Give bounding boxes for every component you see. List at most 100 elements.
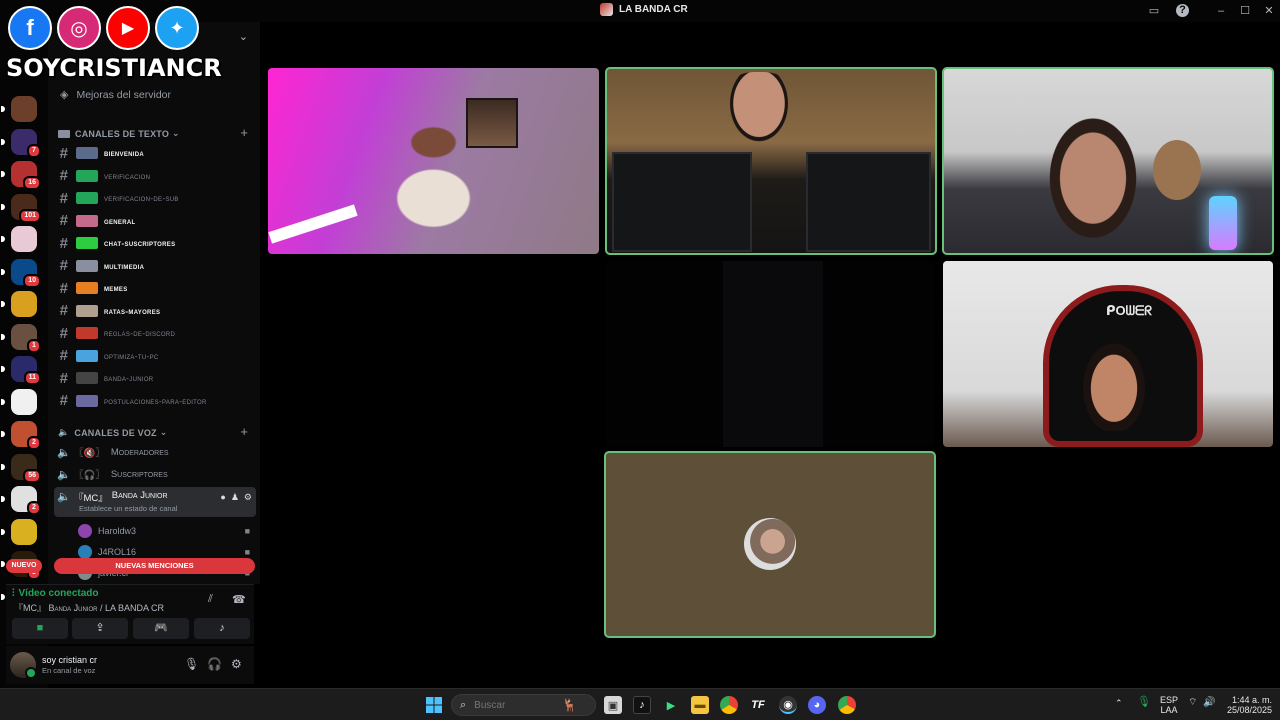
member-name: J4ROL16 xyxy=(98,547,137,557)
text-channel-banda-junior[interactable]: # banda-junior xyxy=(54,368,254,388)
activities-button[interactable]: 🎮 xyxy=(133,618,189,639)
help-icon[interactable]: ? xyxy=(1176,4,1189,17)
headphones-icon[interactable]: 🎧 xyxy=(207,657,222,671)
windows-start-icon[interactable] xyxy=(425,696,443,714)
server-icon[interactable] xyxy=(1,291,37,317)
channel-status-hint[interactable]: Establece un estado de canal xyxy=(79,504,177,513)
server-boost-item[interactable]: ◈ Mejoras del servidor xyxy=(60,88,171,102)
microphone-icon[interactable]: 🎙 xyxy=(1137,697,1151,708)
gamepad-icon: 🎮 xyxy=(154,622,168,634)
play-store-icon[interactable]: ▶ xyxy=(662,696,680,714)
add-text-channel-button[interactable]: + xyxy=(240,125,248,140)
server-icon[interactable]: 10 xyxy=(1,258,41,288)
voice-channel-moderadores[interactable]: 🔈 〖🔇〗 Moderadores xyxy=(54,442,256,462)
user-name[interactable]: soy cristian cr xyxy=(42,655,97,665)
server-icon[interactable] xyxy=(1,518,37,545)
server-icon[interactable]: 2 xyxy=(1,421,41,450)
text-channel-verificacion-de-sub[interactable]: # verificacion-de-sub xyxy=(54,188,254,208)
text-channel-optimiza-tu-pc[interactable]: # optimiza-tu-pc xyxy=(54,346,254,366)
invite-icon[interactable]: ♟ xyxy=(231,492,239,503)
server-icon[interactable] xyxy=(1,96,37,122)
server-icon[interactable]: 11 xyxy=(1,356,41,385)
camera-button[interactable]: ■ xyxy=(12,618,68,639)
voice-location[interactable]: 『MC』 Banda Junior / LA BANDA CR xyxy=(14,601,164,614)
disconnect-icon[interactable]: ☎ xyxy=(232,593,246,606)
text-channel-chat-suscriptores[interactable]: # chat-suscriptores xyxy=(54,233,254,253)
video-tile[interactable] xyxy=(268,68,599,254)
text-channel-bienvenida[interactable]: # bienvenida xyxy=(54,143,254,163)
connection-status[interactable]: ⫶ Vídeo conectado xyxy=(12,588,99,599)
server-icon[interactable]: 16 xyxy=(1,161,41,190)
close-button[interactable]: ✕ xyxy=(1261,3,1277,19)
hashtag-icon: # xyxy=(59,144,69,162)
text-category-header[interactable]: CANALES DE TEXTO ⌄ xyxy=(58,128,180,139)
server-icon[interactable]: 2 xyxy=(1,486,41,515)
language-indicator[interactable]: ESP LAA xyxy=(1160,695,1178,715)
inbox-icon[interactable]: ▭ xyxy=(1146,3,1162,19)
user-panel: soy cristian cr En canal de voz 🎙 🎧 ⚙ xyxy=(6,646,254,684)
task-view-icon[interactable]: ▣ xyxy=(604,696,622,714)
lamp xyxy=(1209,196,1237,250)
server-icon[interactable]: 101 xyxy=(1,193,41,223)
video-tile[interactable] xyxy=(605,67,937,255)
text-channel-postulaciones-para-editor[interactable]: # postulaciones-para-editor xyxy=(54,391,254,411)
participant-video xyxy=(1078,336,1150,431)
screen-share-icon: ⇪ xyxy=(95,622,105,634)
channel-label: chat-suscriptores xyxy=(104,238,176,248)
tf-app-icon[interactable]: TF xyxy=(749,696,767,714)
add-voice-channel-button[interactable]: + xyxy=(240,424,248,439)
video-tile[interactable] xyxy=(942,67,1274,255)
server-icon[interactable]: 1 xyxy=(1,323,41,353)
video-tile[interactable] xyxy=(605,261,935,447)
camera-icon: ■ xyxy=(244,526,250,536)
volume-icon[interactable]: 🔊 xyxy=(1203,698,1215,708)
server-icon[interactable] xyxy=(1,226,37,252)
noise-suppression-icon[interactable]: ⫽ xyxy=(208,593,213,606)
text-channel-verificacion[interactable]: # verificacion xyxy=(54,166,254,186)
microphone-icon[interactable]: 🎙 xyxy=(184,657,199,671)
text-channel-reglas-de-discord[interactable]: # reglas-de-discord xyxy=(54,323,254,343)
maximize-button[interactable]: ☐ xyxy=(1237,3,1253,19)
text-channel-ratas-mayores[interactable]: # ratas-mayores xyxy=(54,301,254,321)
chevron-up-icon[interactable]: ⌃ xyxy=(1115,698,1123,708)
minimize-button[interactable]: – xyxy=(1213,3,1229,19)
chat-icon[interactable]: ● xyxy=(220,492,225,503)
voice-channel-label: Suscriptores xyxy=(110,468,168,480)
voice-channel-banda-junior[interactable]: 🔈 『MC』 Banda Junior Establece un estado … xyxy=(54,487,256,517)
gear-icon[interactable]: ⚙ xyxy=(244,492,252,503)
clock[interactable]: 1:44 a. m. 25/08/2025 xyxy=(1226,695,1272,715)
text-channel-multimedia[interactable]: # multimedia xyxy=(54,256,254,276)
video-tile[interactable]: ᑭOᗯᗴᖇ xyxy=(943,261,1273,447)
mention-badge: 101 xyxy=(19,208,41,223)
server-icon[interactable] xyxy=(1,388,37,415)
avatar[interactable] xyxy=(10,652,37,679)
tiktok-icon[interactable]: ♪ xyxy=(633,696,651,714)
soundboard-button[interactable]: ♪ xyxy=(194,618,250,639)
screen-share-button[interactable]: ⇪ xyxy=(72,618,128,639)
chrome-icon[interactable] xyxy=(838,696,856,714)
text-channel-general[interactable]: # general xyxy=(54,211,254,231)
chevron-down-icon[interactable]: ⌄ xyxy=(239,30,248,43)
discord-icon[interactable]: ◕ xyxy=(808,696,826,714)
server-icon[interactable]: 7 xyxy=(1,128,41,158)
obs-icon[interactable]: ◉ xyxy=(779,696,797,714)
wifi-icon[interactable]: ⌔ xyxy=(1188,698,1197,708)
teddy-bear xyxy=(1153,140,1201,200)
new-mentions-banner[interactable]: NUEVAS MENCIONES xyxy=(54,558,255,574)
server-icon[interactable]: 56 xyxy=(1,453,41,483)
gear-icon[interactable]: ⚙ xyxy=(231,657,242,671)
new-badge[interactable]: NUEVO xyxy=(6,559,42,573)
channel-emoji-icon xyxy=(76,259,98,272)
file-explorer-icon[interactable]: ▬ xyxy=(691,696,709,714)
chrome-icon[interactable] xyxy=(720,696,738,714)
voice-channel-suscriptores[interactable]: 🔈 〖🎧〗 Suscriptores xyxy=(54,464,256,484)
boost-icon: ◈ xyxy=(60,89,69,101)
voice-category-header[interactable]: 🔈 CANALES DE VOZ ⌄ xyxy=(58,427,167,438)
voice-only-tile[interactable] xyxy=(604,451,936,638)
taskbar-search[interactable]: ⌕ 🦌 xyxy=(451,694,596,716)
search-input[interactable] xyxy=(474,699,555,711)
channel-emoji-icon: 〖🎧〗 xyxy=(74,470,105,481)
text-channel-memes[interactable]: # memes xyxy=(54,278,254,298)
channel-label: general xyxy=(104,215,136,226)
voice-member[interactable]: Haroldw3 ■ xyxy=(78,522,254,540)
